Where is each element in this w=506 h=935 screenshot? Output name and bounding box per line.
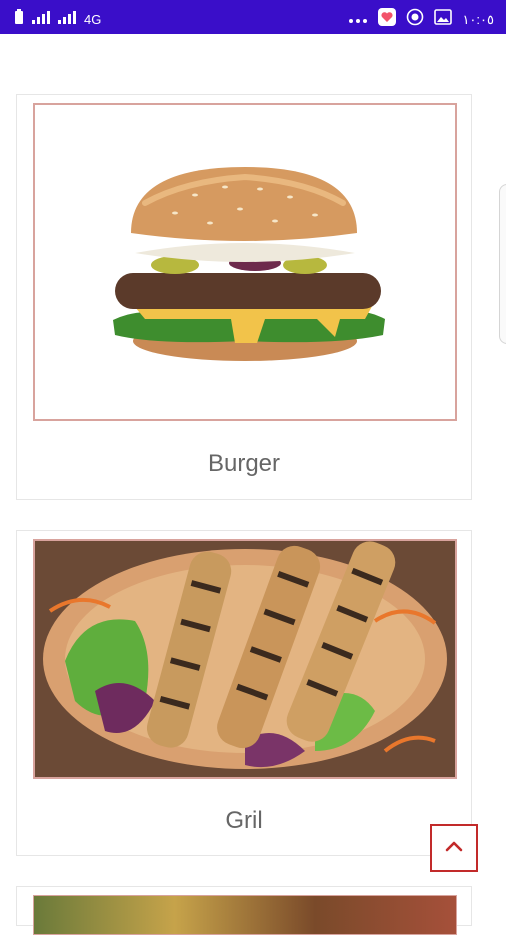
network-type-label: 4G	[84, 12, 102, 27]
vpn-icon	[406, 8, 424, 31]
food-photo-partial	[33, 895, 457, 935]
card-title: Gril	[225, 807, 263, 834]
card-title: Burger	[207, 450, 281, 477]
category-card-burger[interactable]: Burger	[16, 94, 472, 500]
app-heart-icon	[378, 8, 397, 31]
signal-icon	[58, 10, 76, 29]
gallery-icon	[434, 9, 453, 30]
category-card-gril[interactable]: Gril	[16, 530, 472, 856]
burger-photo	[33, 103, 457, 421]
clock: ١٠:٠٥	[462, 11, 494, 27]
status-bar: 4G ١٠:٠٥	[0, 0, 506, 34]
chevron-up-icon	[444, 839, 464, 857]
scroll-to-top-button[interactable]	[430, 824, 478, 872]
battery-icon	[14, 9, 24, 30]
edge-panel-handle[interactable]	[499, 184, 506, 344]
category-card-partial[interactable]	[16, 886, 472, 935]
more-dots-icon	[348, 11, 368, 29]
grilled-skewers-photo	[33, 539, 457, 779]
signal-icon	[32, 10, 50, 29]
